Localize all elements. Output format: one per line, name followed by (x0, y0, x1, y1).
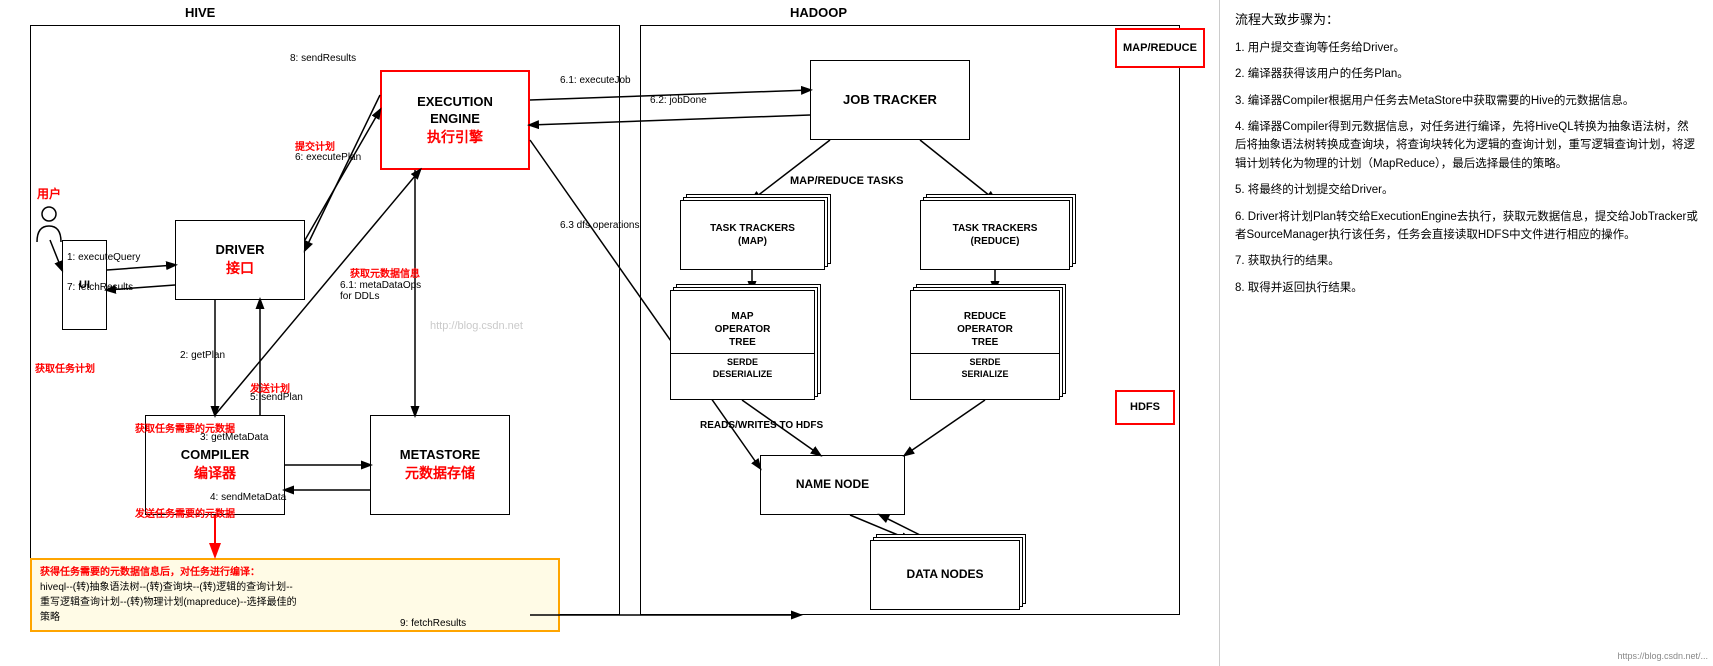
side-panel-item-8: 8. 取得并返回执行结果。 (1235, 279, 1698, 297)
note-box: 获得任务需要的元数据信息后，对任务进行编译： hiveql--(转)抽象语法树-… (30, 558, 560, 632)
side-panel-item-7: 7. 获取执行的结果。 (1235, 252, 1698, 270)
user-icon (35, 204, 63, 249)
side-panel: 流程大致步骤为： 1. 用户提交查询等任务给Driver。 2. 编译器获得该用… (1220, 0, 1713, 666)
task-trackers-map-stack: TASK TRACKERS(MAP) (680, 200, 825, 270)
side-panel-item-4: 4. 编译器Compiler得到元数据信息，对任务进行编译，先将HiveQL转换… (1235, 118, 1698, 173)
task-trackers-reduce-stack: TASK TRACKERS(REDUCE) (920, 200, 1070, 270)
map-reduce-tasks-label: MAP/REDUCE TASKS (790, 175, 903, 187)
label-send-metadata-red: 发送任务需要的元数据 (135, 505, 235, 520)
note-title: 获得任务需要的元数据信息后，对任务进行编译： (40, 567, 260, 578)
label-metadata-ops: 6.1: metaDataOpsfor DDLs (340, 280, 421, 302)
side-panel-title: 流程大致步骤为： (1235, 10, 1698, 31)
label-submit-plan: 提交计划 (295, 138, 335, 153)
bottom-url: https://blog.csdn.net/... (1617, 649, 1708, 663)
note-line3: 策略 (40, 612, 60, 623)
label-get-task-plan: 获取任务计划 (35, 360, 95, 375)
user-label: 用户 (35, 185, 63, 202)
side-panel-item-6: 6. Driver将计划Plan转交给ExecutionEngine去执行，获取… (1235, 208, 1698, 245)
side-panel-item-3: 3. 编译器Compiler根据用户任务去MetaStore中获取需要的Hive… (1235, 92, 1698, 110)
label-get-metadata-red: 获取元数据信息 (350, 265, 420, 280)
job-tracker-box: JOB TRACKER (810, 60, 970, 140)
map-operator-tree-stack: MAPOPERATORTREE SERDEDESERIALIZE (670, 290, 815, 400)
reduce-operator-tree-stack: REDUCEOPERATORTREE SERDESERIALIZE (910, 290, 1060, 400)
side-panel-item-1: 1. 用户提交查询等任务给Driver。 (1235, 39, 1698, 57)
data-nodes-stack: DATA NODES (870, 540, 1020, 610)
name-node-box: NAME NODE (760, 455, 905, 515)
label-fetch-results-9: 9: fetchResults (400, 618, 466, 629)
note-line2: 重写逻辑查询计划--(转)物理计划(mapreduce)--选择最佳的 (40, 597, 297, 608)
execution-engine-box: EXECUTIONENGINE 执行引擎 (380, 70, 530, 170)
hive-border (30, 25, 620, 615)
label-send-plan-5: 5: sendPlan (250, 392, 303, 403)
side-panel-item-2: 2. 编译器获得该用户的任务Plan。 (1235, 65, 1698, 83)
label-execute-plan: 6: executePlan (295, 152, 361, 163)
diagram-area: HIVE HADOOP 用户 UI DRIVER 接口 (0, 0, 1220, 666)
hadoop-label: HADOOP (790, 5, 847, 20)
label-dfs-ops: 6.3 dfs operations (560, 220, 640, 231)
hdfs-box: HDFS (1115, 390, 1175, 425)
side-panel-item-5: 5. 将最终的计划提交给Driver。 (1235, 181, 1698, 199)
label-send-results: 8: sendResults (290, 53, 356, 64)
label-fetch-results: 7: fetchResults (67, 282, 133, 293)
note-line1: hiveql--(转)抽象语法树--(转)查询块--(转)逻辑的查询计划-- (40, 582, 293, 593)
map-reduce-box: MAP/REDUCE (1115, 28, 1205, 68)
user-block: 用户 (35, 185, 63, 249)
execution-engine-label: EXECUTIONENGINE (417, 94, 493, 128)
label-get-metadata-3: 3: getMetaData (200, 432, 268, 443)
label-job-done: 6.2: jobDone (650, 95, 707, 106)
label-send-metadata: 4: sendMetaData (210, 492, 286, 503)
label-get-plan: 2: getPlan (180, 350, 225, 361)
reads-writes-hdfs-label: READS/WRITES TO HDFS (700, 420, 823, 431)
label-execute-job: 6.1: executeJob (560, 75, 631, 86)
metastore-box: METASTORE 元数据存储 (370, 415, 510, 515)
main-container: HIVE HADOOP 用户 UI DRIVER 接口 (0, 0, 1713, 666)
label-execute-query: 1: executeQuery (67, 252, 140, 263)
driver-box: DRIVER 接口 (175, 220, 305, 300)
hive-label: HIVE (185, 5, 215, 20)
